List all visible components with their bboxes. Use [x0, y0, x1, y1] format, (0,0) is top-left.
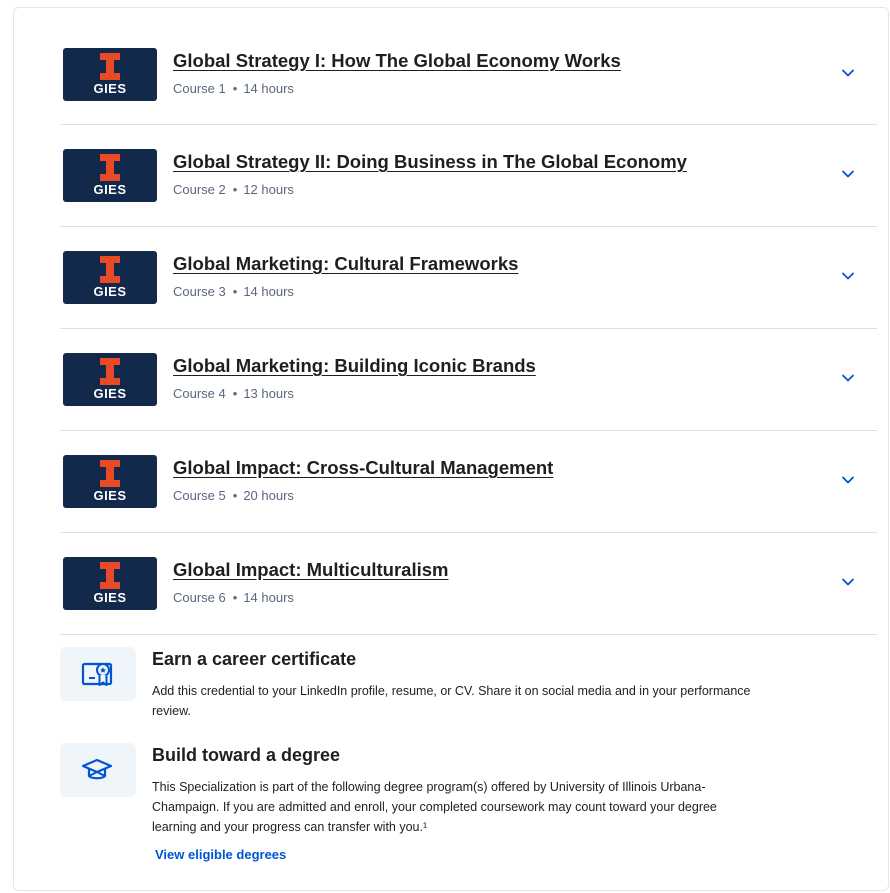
course-title-link[interactable]: Global Strategy II: Doing Business in Th…	[173, 151, 687, 173]
course-row-5[interactable]: GIES Global Impact: Cross-Cultural Manag…	[60, 431, 877, 533]
view-eligible-degrees-link[interactable]: View eligible degrees	[155, 847, 286, 862]
course-duration: 14 hours	[243, 590, 294, 605]
degree-title: Build toward a degree	[152, 745, 341, 765]
chevron-down-icon[interactable]	[841, 68, 855, 78]
course-title-link[interactable]: Global Impact: Multiculturalism	[173, 559, 448, 581]
gies-logo-text: GIES	[93, 488, 127, 503]
course-duration: 13 hours	[243, 386, 294, 401]
course-title-link[interactable]: Global Strategy I: How The Global Econom…	[173, 50, 621, 72]
separator-dot: •	[232, 386, 238, 401]
illinois-i-logo-icon	[100, 53, 120, 80]
chevron-down-icon[interactable]	[841, 475, 855, 485]
separator-dot: •	[232, 590, 238, 605]
course-number: Course 3	[173, 284, 226, 299]
illinois-i-logo-icon	[100, 256, 120, 283]
gies-logo-text: GIES	[93, 284, 127, 299]
separator-dot: •	[232, 81, 238, 96]
chevron-down-icon[interactable]	[841, 169, 855, 179]
course-duration: 14 hours	[243, 284, 294, 299]
course-meta: Course 2 • 12 hours	[173, 182, 294, 197]
course-number: Course 4	[173, 386, 226, 401]
separator-dot: •	[232, 488, 238, 503]
gies-logo-text: GIES	[93, 81, 127, 96]
course-title-link[interactable]: Global Marketing: Cultural Frameworks	[173, 253, 518, 275]
illinois-i-logo-icon	[100, 460, 120, 487]
course-title-link[interactable]: Global Marketing: Building Iconic Brands	[173, 355, 536, 377]
illinois-i-logo-icon	[100, 154, 120, 181]
certificate-icon	[81, 662, 113, 686]
illinois-i-logo-icon	[100, 358, 120, 385]
course-meta: Course 6 • 14 hours	[173, 590, 294, 605]
chevron-down-icon[interactable]	[841, 373, 855, 383]
gies-logo: GIES	[63, 149, 157, 202]
degree-description: This Specialization is part of the follo…	[152, 780, 717, 834]
graduation-cap-icon	[81, 758, 113, 780]
gies-logo: GIES	[63, 557, 157, 610]
degree-icon-tile	[60, 743, 136, 797]
gies-logo-text: GIES	[93, 182, 127, 197]
course-duration: 20 hours	[243, 488, 294, 503]
course-meta: Course 4 • 13 hours	[173, 386, 294, 401]
certificate-description: Add this credential to your LinkedIn pro…	[152, 684, 751, 718]
course-duration: 12 hours	[243, 182, 294, 197]
separator-dot: •	[232, 284, 238, 299]
certificate-icon-tile	[60, 647, 136, 701]
course-row-2[interactable]: GIES Global Strategy II: Doing Business …	[60, 125, 877, 227]
gies-logo: GIES	[63, 48, 157, 101]
course-row-4[interactable]: GIES Global Marketing: Building Iconic B…	[60, 329, 877, 431]
course-number: Course 2	[173, 182, 226, 197]
course-duration: 14 hours	[243, 81, 294, 96]
course-row-6[interactable]: GIES Global Impact: Multiculturalism Cou…	[60, 533, 877, 635]
gies-logo-text: GIES	[93, 590, 127, 605]
gies-logo: GIES	[63, 353, 157, 406]
specialization-courses-card: GIES Global Strategy I: How The Global E…	[13, 7, 889, 891]
course-meta: Course 5 • 20 hours	[173, 488, 294, 503]
course-meta: Course 1 • 14 hours	[173, 81, 294, 96]
course-row-3[interactable]: GIES Global Marketing: Cultural Framewor…	[60, 227, 877, 329]
gies-logo: GIES	[63, 455, 157, 508]
course-list: GIES Global Strategy I: How The Global E…	[60, 24, 877, 635]
chevron-down-icon[interactable]	[841, 577, 855, 587]
certificate-title: Earn a career certificate	[152, 649, 357, 669]
gies-logo: GIES	[63, 251, 157, 304]
chevron-down-icon[interactable]	[841, 271, 855, 281]
course-number: Course 6	[173, 590, 226, 605]
course-number: Course 1	[173, 81, 226, 96]
illinois-i-logo-icon	[100, 562, 120, 589]
course-number: Course 5	[173, 488, 226, 503]
course-meta: Course 3 • 14 hours	[173, 284, 294, 299]
course-row-1[interactable]: GIES Global Strategy I: How The Global E…	[60, 24, 877, 125]
separator-dot: •	[232, 182, 238, 197]
gies-logo-text: GIES	[93, 386, 127, 401]
course-title-link[interactable]: Global Impact: Cross-Cultural Management	[173, 457, 553, 479]
